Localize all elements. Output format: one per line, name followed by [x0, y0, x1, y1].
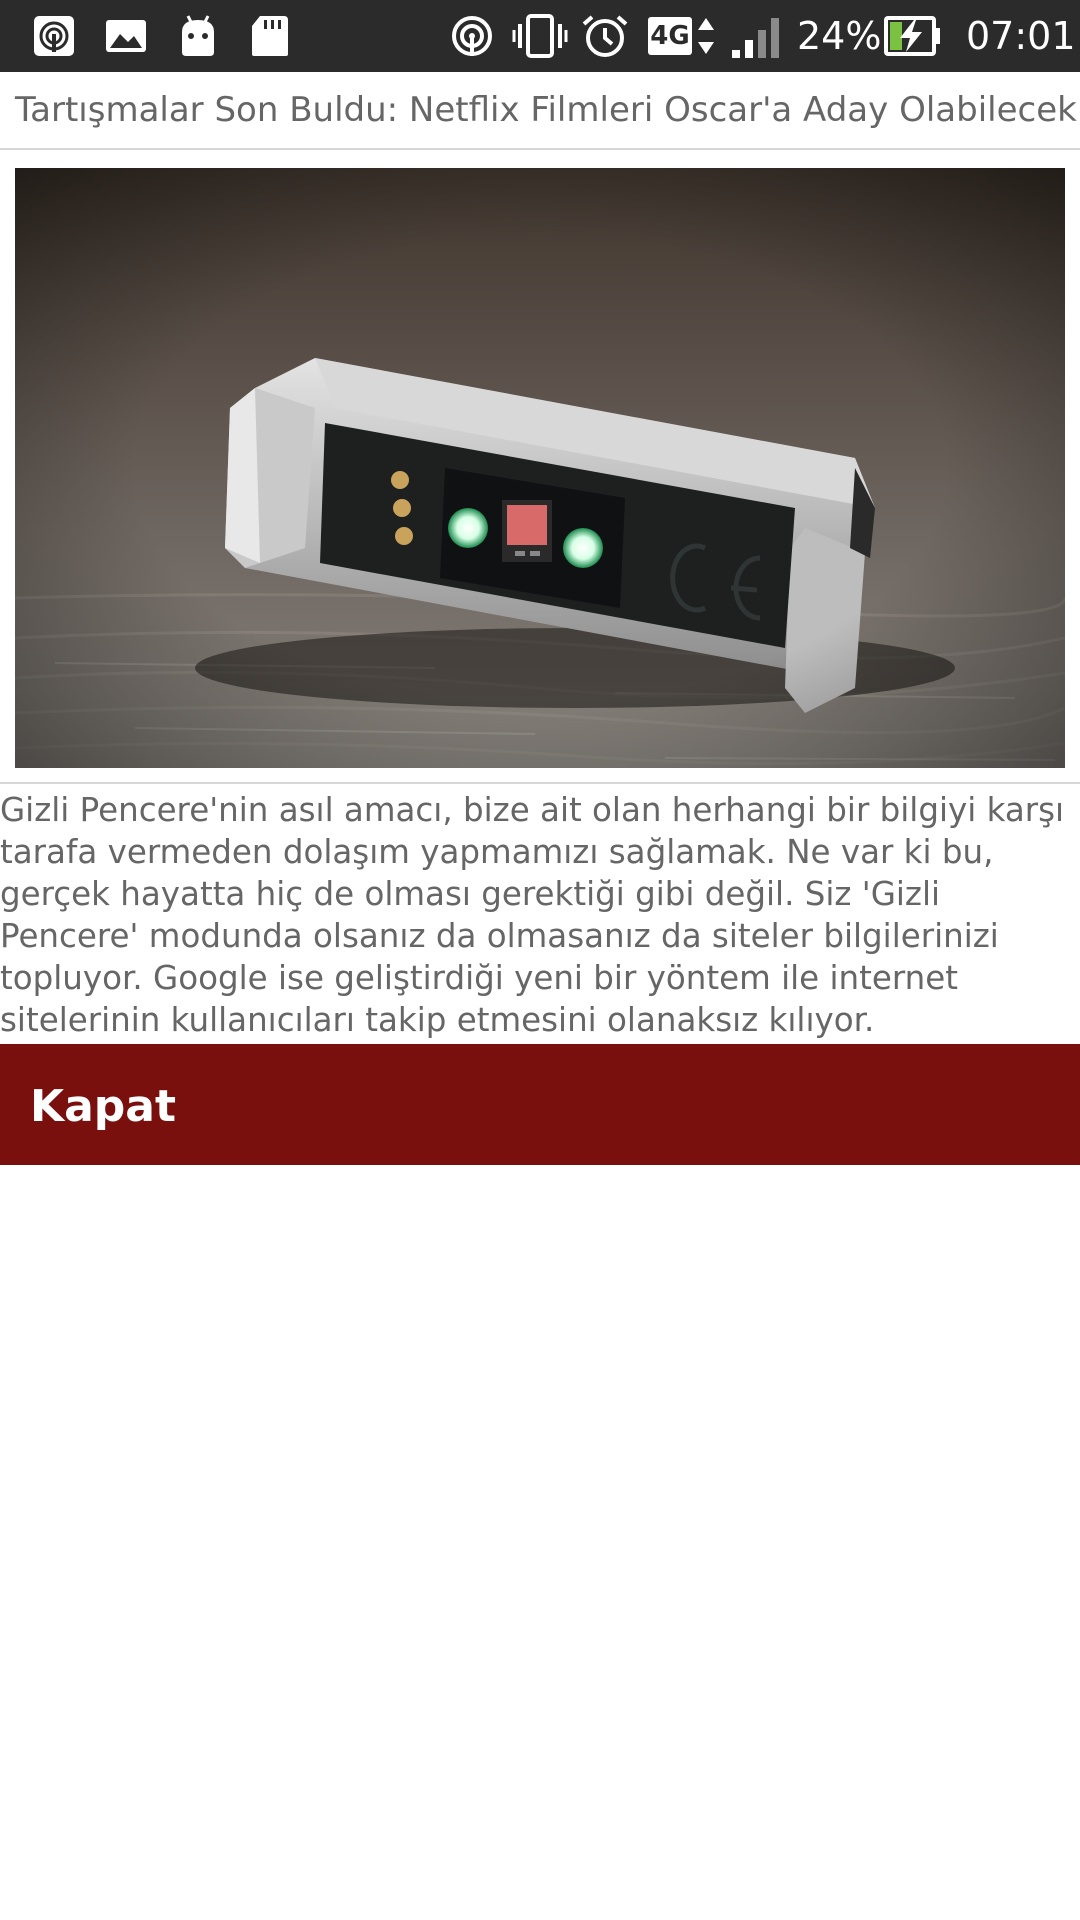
close-button-label: Kapat [30, 1081, 177, 1132]
network-type-label: 4G [650, 21, 690, 51]
vibrate-icon [512, 14, 568, 58]
hotspot-icon [452, 16, 492, 56]
alarm-icon [582, 15, 628, 57]
content-divider [0, 782, 1080, 784]
signal-icon [732, 18, 779, 58]
4g-icon: 4G [648, 17, 692, 55]
status-bar: 4G 24% 07:01 [0, 0, 1080, 72]
clock: 07:01 [966, 14, 1076, 58]
article-headline-bar: Tartışmalar Son Buldu: Netflix Filmleri … [0, 72, 1080, 150]
battery-charging-icon [884, 16, 940, 56]
sd-card-icon [252, 16, 288, 56]
data-activity-icon [698, 18, 714, 54]
hotspot-icon [34, 16, 74, 56]
gallery-icon [106, 20, 146, 52]
close-button[interactable]: Kapat [0, 1044, 1080, 1165]
android-icon [182, 15, 214, 56]
sensor-module-photo [15, 168, 1065, 768]
article-body: Gizli Pencere'nin asıl amacı, bize ait o… [0, 791, 1065, 1039]
battery-percent: 24% [797, 14, 882, 58]
article-image [15, 168, 1065, 768]
article-headline: Tartışmalar Son Buldu: Netflix Filmleri … [15, 90, 1077, 130]
